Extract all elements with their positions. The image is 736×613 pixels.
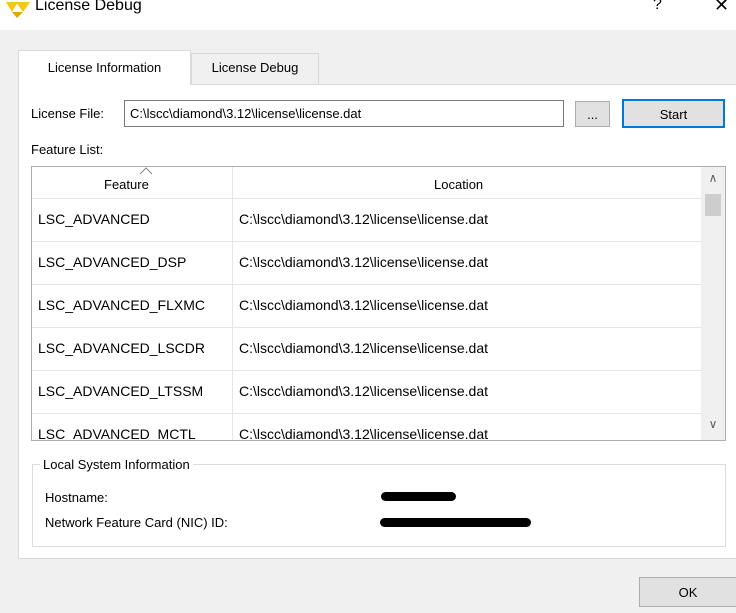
feature-cell: LSC_ADVANCED_MCTL [38, 426, 196, 441]
feature-cell: LSC_ADVANCED_DSP [38, 254, 187, 270]
vertical-scrollbar[interactable]: ∧ ∨ [701, 167, 725, 440]
location-cell: C:\lscc\diamond\3.12\license\license.dat [239, 297, 489, 313]
scroll-up-icon[interactable]: ∧ [701, 171, 725, 191]
feature-list-label: Feature List: [31, 142, 104, 157]
scroll-thumb[interactable] [705, 194, 721, 216]
license-file-label: License File: [31, 106, 104, 121]
feature-cell: LSC_ADVANCED_FLXMC [38, 297, 206, 313]
table-row[interactable]: LSC_ADVANCED C:\lscc\diamond\3.12\licens… [32, 199, 701, 242]
column-header-feature[interactable]: Feature [104, 177, 149, 192]
tab-license-information[interactable]: License Information [18, 50, 191, 85]
feature-table[interactable]: Feature Location LSC_ADVANCED C:\lscc\di… [31, 166, 726, 441]
table-row[interactable]: LSC_ADVANCED_LSCDR C:\lscc\diamond\3.12\… [32, 328, 701, 371]
help-button[interactable]: ? [653, 0, 662, 14]
tab-license-debug[interactable]: License Debug [191, 53, 319, 85]
feature-cell: LSC_ADVANCED_LTSSM [38, 383, 204, 399]
table-header: Feature Location [32, 167, 701, 199]
local-system-title: Local System Information [40, 457, 193, 472]
ok-button[interactable]: OK [639, 577, 736, 607]
license-file-input[interactable]: C:\lscc\diamond\3.12\license\license.dat [124, 100, 564, 127]
location-cell: C:\lscc\diamond\3.12\license\license.dat [239, 254, 489, 270]
scroll-down-icon[interactable]: ∨ [701, 417, 725, 437]
local-system-groupbox [32, 464, 726, 547]
nic-label: Network Feature Card (NIC) ID: [45, 515, 228, 530]
feature-cell: LSC_ADVANCED [38, 211, 150, 227]
column-header-location[interactable]: Location [434, 177, 483, 192]
window-title: License Debug [35, 0, 142, 14]
browse-button[interactable]: ... [575, 101, 610, 127]
close-button[interactable]: ✕ [714, 0, 729, 16]
hostname-value-redacted [381, 492, 456, 501]
feature-cell: LSC_ADVANCED_LSCDR [38, 340, 206, 356]
hostname-label: Hostname: [45, 490, 108, 505]
table-row[interactable]: LSC_ADVANCED_FLXMC C:\lscc\diamond\3.12\… [32, 285, 701, 328]
table-row[interactable]: LSC_ADVANCED_DSP C:\lscc\diamond\3.12\li… [32, 242, 701, 285]
app-logo-icon [6, 2, 30, 18]
location-cell: C:\lscc\diamond\3.12\license\license.dat [239, 426, 489, 441]
title-bar: License Debug ? ✕ [0, 0, 736, 30]
table-row[interactable]: LSC_ADVANCED_LTSSM C:\lscc\diamond\3.12\… [32, 371, 701, 414]
location-cell: C:\lscc\diamond\3.12\license\license.dat [239, 383, 489, 399]
location-cell: C:\lscc\diamond\3.12\license\license.dat [239, 211, 489, 227]
start-button[interactable]: Start [622, 99, 725, 128]
table-row[interactable]: LSC_ADVANCED_MCTL C:\lscc\diamond\3.12\l… [32, 414, 701, 441]
location-cell: C:\lscc\diamond\3.12\license\license.dat [239, 340, 489, 356]
nic-value-redacted [380, 518, 531, 527]
sort-ascending-icon[interactable] [139, 167, 153, 175]
